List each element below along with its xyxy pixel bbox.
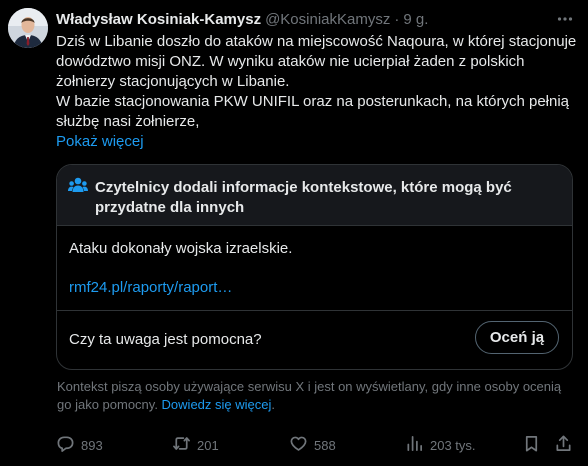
tweet-header: Władysław Kosiniak-Kamysz @KosiniakKamys… bbox=[56, 8, 576, 30]
views-count: 203 tys. bbox=[430, 437, 476, 453]
community-notes-icon bbox=[68, 176, 88, 194]
reply-button[interactable]: 893 bbox=[56, 434, 103, 456]
bookmark-button[interactable] bbox=[522, 434, 541, 456]
community-note-divider bbox=[57, 310, 572, 311]
like-button[interactable]: 588 bbox=[289, 434, 336, 456]
more-icon[interactable] bbox=[554, 8, 576, 30]
tweet-timestamp[interactable]: 9 g. bbox=[403, 11, 428, 28]
repost-button[interactable]: 201 bbox=[172, 434, 219, 456]
author-name[interactable]: Władysław Kosiniak-Kamysz bbox=[56, 11, 261, 28]
bookmark-icon bbox=[522, 434, 541, 456]
repost-icon bbox=[172, 434, 191, 456]
views-button[interactable]: 203 tys. bbox=[405, 434, 476, 456]
like-icon bbox=[289, 434, 308, 456]
tweet-actions: 893 201 588 203 tys. bbox=[56, 434, 576, 456]
like-count: 588 bbox=[314, 437, 336, 453]
disclaimer-text: Kontekst piszą osoby używające serwisu X… bbox=[57, 379, 562, 412]
header-separator: · bbox=[394, 10, 400, 28]
tweet-paragraph: W bazie stacjonowania PKW UNIFIL oraz na… bbox=[56, 93, 570, 130]
tweet-text: Dziś w Libanie doszło do ataków na miejs… bbox=[56, 32, 581, 132]
helpful-question: Czy ta uwaga jest pomocna? bbox=[69, 331, 262, 348]
avatar[interactable] bbox=[8, 8, 48, 48]
views-icon bbox=[405, 434, 424, 456]
share-icon bbox=[554, 434, 573, 456]
community-note-source-link[interactable]: rmf24.pl/raporty/raport… bbox=[69, 278, 232, 298]
community-note-title: Czytelnicy dodali informacje kontekstowe… bbox=[95, 179, 512, 216]
rate-note-button[interactable]: Oceń ją bbox=[475, 321, 559, 354]
author-handle[interactable]: @KosiniakKamysz bbox=[265, 11, 390, 28]
notes-disclaimer: Kontekst piszą osoby używające serwisu X… bbox=[57, 378, 577, 414]
repost-count: 201 bbox=[197, 437, 219, 453]
reply-count: 893 bbox=[81, 437, 103, 453]
tweet-paragraph: Dziś w Libanie doszło do ataków na miejs… bbox=[56, 33, 577, 90]
share-button[interactable] bbox=[554, 434, 573, 456]
community-note-body: Ataku dokonały wojska izraelskie. bbox=[69, 240, 293, 257]
community-note: Czytelnicy dodali informacje kontekstowe… bbox=[56, 164, 573, 370]
show-more-link[interactable]: Pokaż więcej bbox=[56, 132, 144, 152]
community-note-header: Czytelnicy dodali informacje kontekstowe… bbox=[57, 165, 572, 226]
reply-icon bbox=[56, 434, 75, 456]
learn-more-link[interactable]: Dowiedz się więcej bbox=[162, 397, 272, 412]
disclaimer-end: . bbox=[271, 397, 275, 412]
